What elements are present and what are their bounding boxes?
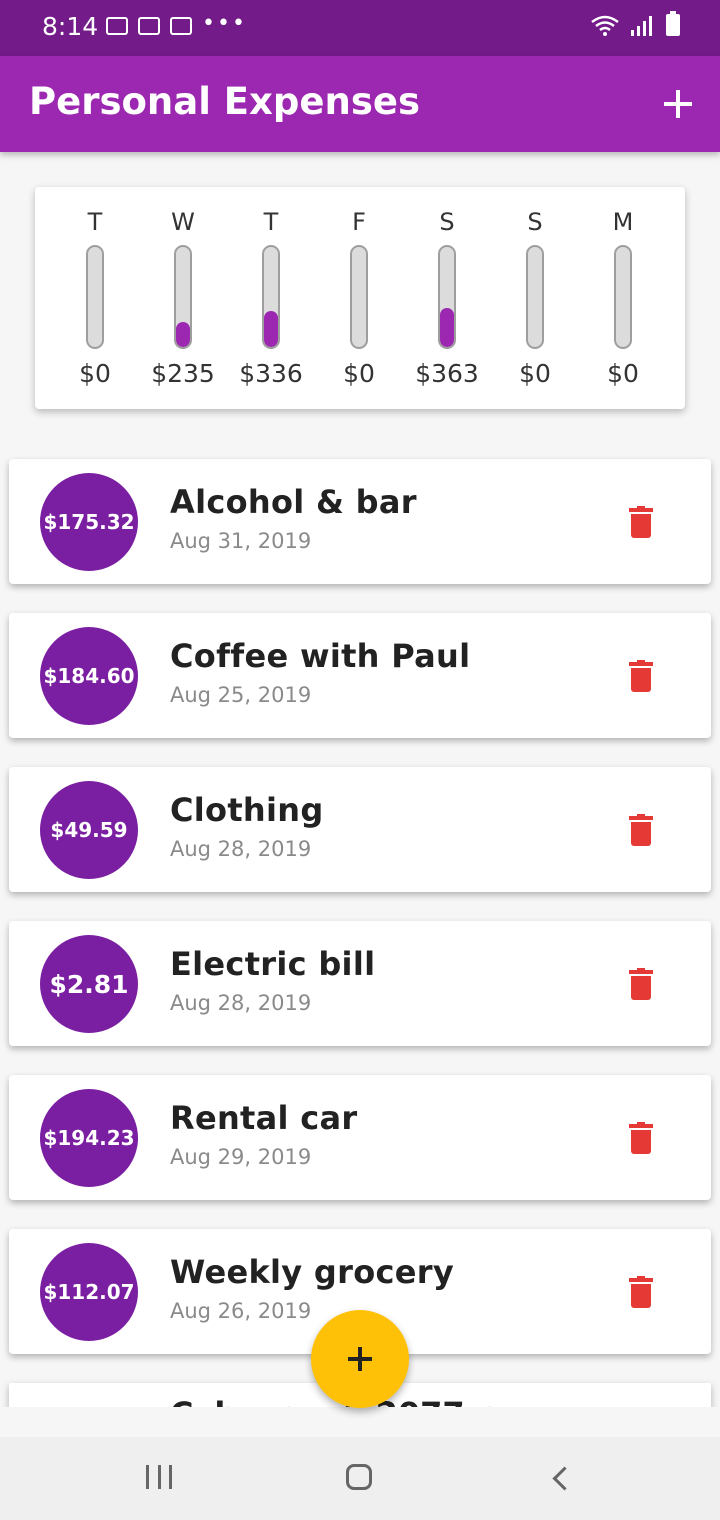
chart-amount-label: $0 [519, 359, 551, 388]
chart-bar-track [614, 245, 632, 349]
chart-bar-0: T $0 [55, 187, 135, 409]
delete-button[interactable] [629, 660, 653, 692]
chart-bar-track [262, 245, 280, 349]
chart-bar-fill [264, 311, 278, 347]
transaction-date: Aug 28, 2019 [170, 991, 312, 1015]
chart-bar-fill [176, 322, 190, 347]
chart-bar-track [350, 245, 368, 349]
back-icon[interactable] [552, 1466, 577, 1491]
chart-amount-label: $0 [343, 359, 375, 388]
page-title: Personal Expenses [29, 80, 420, 123]
amount-badge: $175.32 [40, 473, 138, 571]
transaction-date: Aug 28, 2019 [170, 837, 312, 861]
delete-button[interactable] [629, 814, 653, 846]
add-transaction-button[interactable] [660, 86, 696, 122]
chart-amount-label: $0 [607, 359, 639, 388]
chart-bar-3: F $0 [319, 187, 399, 409]
chart-amount-label: $0 [79, 359, 111, 388]
signal-icon [631, 16, 652, 36]
chart-amount-label: $336 [239, 359, 303, 388]
chart-bar-5: S $0 [495, 187, 575, 409]
amount-badge: $194.23 [40, 1089, 138, 1187]
transaction-title: Alcohol & bar [170, 483, 417, 521]
list-item: $2.81 Electric bill Aug 28, 2019 [9, 921, 711, 1046]
chart-day-label: S [527, 208, 543, 236]
chart-bar-4: S $363 [407, 187, 487, 409]
weekly-chart: T $0 W $235 T $336 F $0 S $363 S $0 M $0 [35, 187, 685, 409]
chart-day-label: T [263, 208, 279, 236]
amount-badge: $112.07 [40, 1243, 138, 1341]
notification-icons: ••• [106, 11, 247, 36]
list-item: $175.32 Alcohol & bar Aug 31, 2019 [9, 459, 711, 584]
chart-bar-track [86, 245, 104, 349]
app-bar: Personal Expenses [0, 56, 720, 152]
chart-bar-2: T $336 [231, 187, 311, 409]
wifi-icon [591, 15, 619, 36]
transaction-date: Aug 31, 2019 [170, 529, 312, 553]
add-fab-button[interactable] [311, 1310, 409, 1408]
chart-day-label: T [87, 208, 103, 236]
transaction-title: Coffee with Paul [170, 637, 471, 675]
chart-day-label: F [352, 208, 366, 236]
system-icons [590, 11, 680, 36]
transaction-date: Aug 25, 2019 [170, 683, 312, 707]
list-edge [0, 1407, 720, 1437]
mail-icon [138, 17, 160, 35]
list-item: $49.59 Clothing Aug 28, 2019 [9, 767, 711, 892]
recent-apps-icon[interactable] [146, 1465, 172, 1489]
chart-bar-1: W $235 [143, 187, 223, 409]
transaction-title: Rental car [170, 1099, 358, 1137]
transaction-title: Electric bill [170, 945, 376, 983]
home-icon[interactable] [346, 1464, 372, 1490]
battery-icon [666, 11, 680, 36]
amount-badge: $49.59 [40, 781, 138, 879]
chart-bar-fill [440, 308, 454, 347]
more-icon: ••• [202, 11, 247, 36]
chart-day-label: W [171, 208, 195, 236]
list-item: $194.23 Rental car Aug 29, 2019 [9, 1075, 711, 1200]
check-icon [170, 17, 192, 35]
delete-button[interactable] [629, 1276, 653, 1308]
delete-button[interactable] [629, 1122, 653, 1154]
transaction-title: Weekly grocery [170, 1253, 454, 1291]
transaction-date: Aug 26, 2019 [170, 1299, 312, 1323]
chart-amount-label: $235 [151, 359, 215, 388]
chart-day-label: S [439, 208, 455, 236]
delete-button[interactable] [629, 506, 653, 538]
chart-amount-label: $363 [415, 359, 479, 388]
delete-button[interactable] [629, 968, 653, 1000]
amount-badge: $2.81 [40, 935, 138, 1033]
image-icon [106, 17, 128, 35]
list-item: $184.60 Coffee with Paul Aug 25, 2019 [9, 613, 711, 738]
chart-bar-track [438, 245, 456, 349]
chart-bar-track [174, 245, 192, 349]
chart-bar-track [526, 245, 544, 349]
chart-bar-6: M $0 [583, 187, 663, 409]
status-time: 8:14 [42, 12, 99, 41]
amount-badge: $184.60 [40, 627, 138, 725]
transaction-date: Aug 29, 2019 [170, 1145, 312, 1169]
chart-day-label: M [612, 208, 634, 236]
transaction-title: Clothing [170, 791, 324, 829]
navigation-bar [0, 1437, 720, 1520]
status-bar: 8:14 ••• [0, 0, 720, 56]
